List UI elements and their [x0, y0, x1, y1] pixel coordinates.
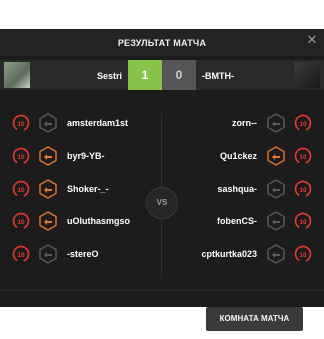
skill-level-icon: 10	[294, 147, 312, 165]
skill-level-value: 10	[17, 252, 25, 259]
skill-level-icon: 10	[12, 212, 30, 230]
team-right-avatar	[294, 62, 320, 88]
skill-level-icon: 10	[294, 212, 312, 230]
rank-hexagon-icon	[39, 244, 57, 264]
player-name[interactable]: sashqua-	[217, 184, 257, 194]
skill-level-value: 10	[299, 219, 307, 226]
player-name[interactable]: amsterdam1st	[67, 118, 128, 128]
player-name[interactable]: -stereO	[67, 249, 99, 259]
team-left-avatar	[4, 62, 30, 88]
rank-hexagon-icon	[39, 211, 57, 231]
player-name[interactable]: fobenCS-	[217, 216, 257, 226]
match-room-button[interactable]: КОМНАТА МАТЧА	[206, 307, 303, 331]
skill-level-icon: 10	[12, 245, 30, 263]
player-name[interactable]: byr9-YB-	[67, 151, 105, 161]
player-name[interactable]: zorn--	[232, 118, 257, 128]
skill-level-icon: 10	[294, 114, 312, 132]
player-name[interactable]: Shoker-_-	[67, 184, 109, 194]
player-row[interactable]: 10 zorn--	[174, 113, 324, 133]
score-left: 1	[128, 60, 162, 90]
skill-level-value: 10	[299, 121, 307, 128]
team-left-name: Sestri	[96, 71, 122, 81]
player-row[interactable]: 10 byr9-YB-	[0, 146, 150, 166]
player-row[interactable]: 10 -stereO	[0, 244, 150, 264]
skill-level-value: 10	[299, 187, 307, 194]
rank-hexagon-icon	[267, 179, 285, 199]
modal-header: РЕЗУЛЬТАТ МАТЧА ✕	[0, 29, 324, 56]
skill-level-icon: 10	[294, 245, 312, 263]
score-right: 0	[162, 60, 196, 90]
skill-level-value: 10	[299, 252, 307, 259]
skill-level-icon: 10	[12, 180, 30, 198]
player-row[interactable]: 10 uOluthasmgso	[0, 211, 150, 231]
skill-level-icon: 10	[294, 180, 312, 198]
player-name[interactable]: Qu1ckez	[220, 151, 257, 161]
player-row[interactable]: 10 Shoker-_-	[0, 179, 150, 199]
skill-level-icon: 10	[12, 114, 30, 132]
player-row[interactable]: 10 fobenCS-	[174, 211, 324, 231]
skill-level-icon: 10	[12, 147, 30, 165]
close-icon[interactable]: ✕	[306, 33, 318, 46]
rank-hexagon-icon	[267, 146, 285, 166]
skill-level-value: 10	[17, 219, 25, 226]
rank-hexagon-icon	[267, 211, 285, 231]
skill-level-value: 10	[17, 154, 25, 161]
rank-hexagon-icon	[267, 244, 285, 264]
player-row[interactable]: 10 amsterdam1st	[0, 113, 150, 133]
player-name[interactable]: cptkurtka023	[201, 249, 257, 259]
rank-hexagon-icon	[267, 113, 285, 133]
modal-title: РЕЗУЛЬТАТ МАТЧА	[117, 38, 207, 48]
team-right-name: -BMTH-	[202, 71, 234, 81]
rank-hexagon-icon	[39, 179, 57, 199]
player-row[interactable]: 10 Qu1ckez	[174, 146, 324, 166]
footer-divider	[0, 290, 324, 291]
skill-level-value: 10	[299, 154, 307, 161]
skill-level-value: 10	[17, 121, 25, 128]
player-row[interactable]: 10 cptkurtka023	[174, 244, 324, 264]
player-name[interactable]: uOluthasmgso	[67, 216, 130, 226]
rank-hexagon-icon	[39, 113, 57, 133]
rank-hexagon-icon	[39, 146, 57, 166]
skill-level-value: 10	[17, 187, 25, 194]
match-result-modal: РЕЗУЛЬТАТ МАТЧА ✕ Sestri 1 0 -BMTH- VS 1…	[0, 29, 324, 331]
player-row[interactable]: 10 sashqua-	[174, 179, 324, 199]
